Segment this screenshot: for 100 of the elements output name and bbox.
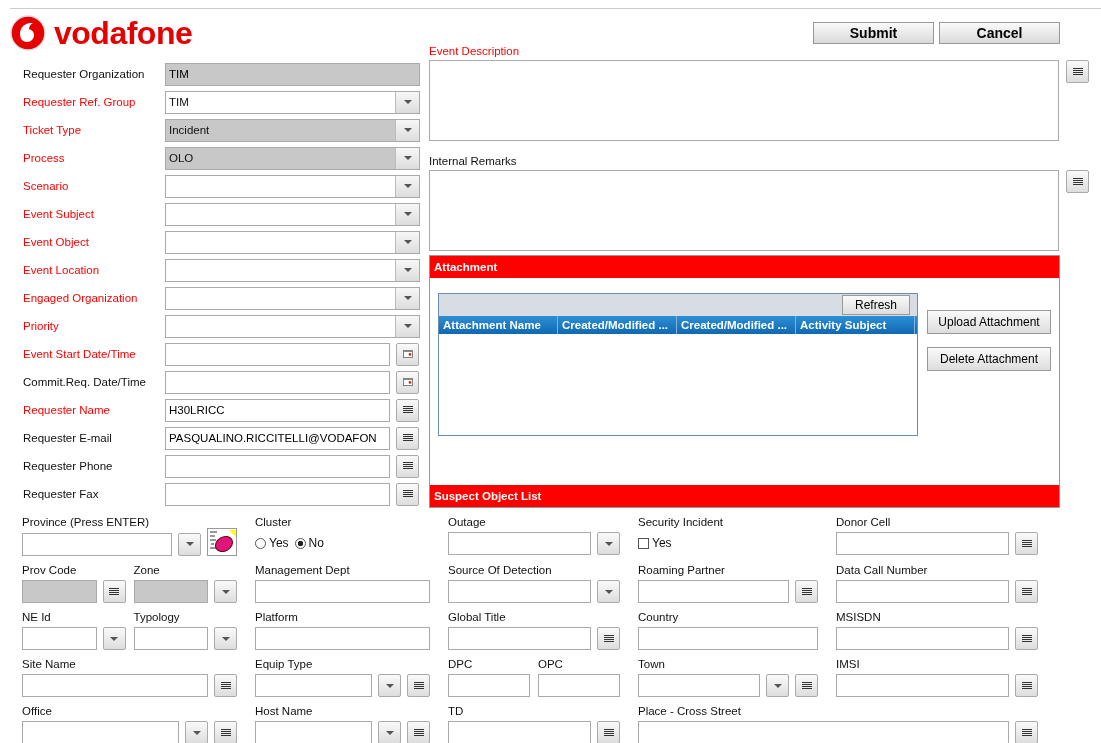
- list-button[interactable]: [597, 721, 620, 743]
- text-field[interactable]: [255, 627, 430, 650]
- dropdown-field[interactable]: TIM: [165, 90, 420, 114]
- field-label: Global Title: [448, 611, 507, 625]
- text-field[interactable]: [22, 627, 97, 650]
- text-field[interactable]: [638, 580, 789, 603]
- dropdown-button[interactable]: [214, 580, 237, 603]
- dropdown-button[interactable]: [185, 721, 208, 743]
- field-label: Office: [22, 705, 53, 719]
- text-field[interactable]: [448, 627, 591, 650]
- refresh-button[interactable]: Refresh: [841, 295, 910, 315]
- text-field[interactable]: [538, 674, 620, 697]
- column-header[interactable]: Attachment Name: [439, 316, 558, 334]
- field-label: Engaged Organization: [23, 292, 139, 304]
- text-field[interactable]: [448, 674, 530, 697]
- text-field[interactable]: [22, 532, 172, 556]
- text-field[interactable]: [165, 370, 390, 394]
- attachment-button[interactable]: Upload Attachment: [927, 310, 1051, 334]
- dropdown-field[interactable]: [165, 202, 420, 226]
- text-field[interactable]: [836, 580, 1009, 603]
- dropdown-button[interactable]: [395, 231, 419, 253]
- checkbox[interactable]: [638, 537, 649, 549]
- list-button[interactable]: [102, 580, 126, 603]
- text-field[interactable]: [255, 580, 430, 603]
- dropdown-button[interactable]: [766, 674, 789, 697]
- list-button[interactable]: [795, 674, 818, 697]
- dropdown-field[interactable]: [165, 286, 420, 310]
- list-button[interactable]: [1015, 627, 1038, 650]
- list-button[interactable]: [396, 482, 419, 506]
- field-label: Process: [23, 152, 66, 164]
- text-field[interactable]: [165, 482, 390, 506]
- attachment-button[interactable]: Delete Attachment: [927, 347, 1051, 371]
- dropdown-button[interactable]: [395, 287, 419, 309]
- list-button[interactable]: [597, 627, 620, 650]
- dropdown-button[interactable]: [395, 203, 419, 225]
- field-label: DPC: [448, 658, 474, 672]
- text-field[interactable]: [638, 721, 1009, 743]
- list-button[interactable]: [407, 721, 430, 743]
- text-field[interactable]: PASQUALINO.RICCITELLI@VODAFON: [165, 426, 390, 450]
- list-icon: [109, 587, 119, 596]
- text-field[interactable]: [22, 674, 208, 697]
- calendar-button[interactable]: [396, 370, 419, 394]
- dropdown-button[interactable]: [214, 627, 237, 650]
- dropdown-button[interactable]: [178, 532, 201, 556]
- list-button[interactable]: [396, 426, 419, 450]
- action-button[interactable]: Cancel: [939, 22, 1060, 44]
- action-button[interactable]: Submit: [813, 22, 934, 44]
- list-button[interactable]: [1015, 532, 1038, 555]
- list-button[interactable]: [396, 398, 419, 422]
- dropdown-field[interactable]: [165, 230, 420, 254]
- caret-icon: [773, 683, 782, 688]
- column-header[interactable]: Created/Modified ...: [677, 316, 796, 334]
- list-button[interactable]: [1015, 721, 1038, 743]
- text-field[interactable]: [448, 580, 591, 603]
- text-field[interactable]: [836, 627, 1009, 650]
- list-button[interactable]: [1015, 580, 1038, 603]
- field-label: Zone: [133, 564, 161, 578]
- dropdown-button[interactable]: [597, 580, 620, 603]
- column-header[interactable]: Created/Modified ...: [558, 316, 677, 334]
- dropdown-field[interactable]: [165, 258, 420, 282]
- list-button[interactable]: [214, 721, 237, 743]
- text-field[interactable]: [165, 454, 390, 478]
- list-button[interactable]: [407, 674, 430, 697]
- text-field[interactable]: [22, 721, 179, 743]
- text-field[interactable]: H30LRICC: [165, 398, 390, 422]
- dropdown-button[interactable]: [395, 91, 419, 113]
- list-button[interactable]: [214, 674, 237, 697]
- text-field[interactable]: [133, 627, 208, 650]
- dropdown-button[interactable]: [102, 627, 126, 650]
- list-button[interactable]: [1015, 674, 1038, 697]
- dropdown-button[interactable]: [395, 259, 419, 281]
- calendar-button[interactable]: [396, 342, 419, 366]
- dropdown-button[interactable]: [378, 721, 401, 743]
- dropdown-field[interactable]: [165, 174, 420, 198]
- field-label: Typology: [133, 611, 181, 625]
- list-button[interactable]: [1066, 170, 1089, 193]
- dropdown-field[interactable]: [165, 314, 420, 338]
- text-field[interactable]: [255, 721, 372, 743]
- text-field[interactable]: [836, 674, 1009, 697]
- list-button[interactable]: [1066, 60, 1089, 83]
- text-field[interactable]: [165, 342, 390, 366]
- text-field[interactable]: [255, 674, 372, 697]
- field-label: Donor Cell: [836, 516, 892, 530]
- list-button[interactable]: [795, 580, 818, 603]
- text-field[interactable]: [638, 627, 818, 650]
- column-header[interactable]: Activity Subject: [796, 316, 915, 334]
- field-label: Country: [638, 611, 680, 625]
- dropdown-button[interactable]: [597, 532, 620, 555]
- list-button[interactable]: [396, 454, 419, 478]
- radio-button[interactable]: [294, 537, 306, 549]
- text-field[interactable]: [836, 532, 1009, 555]
- dropdown-button[interactable]: [395, 315, 419, 337]
- field-label: Data Call Number: [836, 564, 929, 578]
- text-field[interactable]: [448, 721, 591, 743]
- dropdown-button[interactable]: [378, 674, 401, 697]
- text-field[interactable]: [638, 674, 760, 697]
- map-icon[interactable]: [207, 528, 237, 556]
- list-icon: [1021, 587, 1032, 596]
- dropdown-button[interactable]: [395, 175, 419, 197]
- text-field[interactable]: [448, 532, 591, 555]
